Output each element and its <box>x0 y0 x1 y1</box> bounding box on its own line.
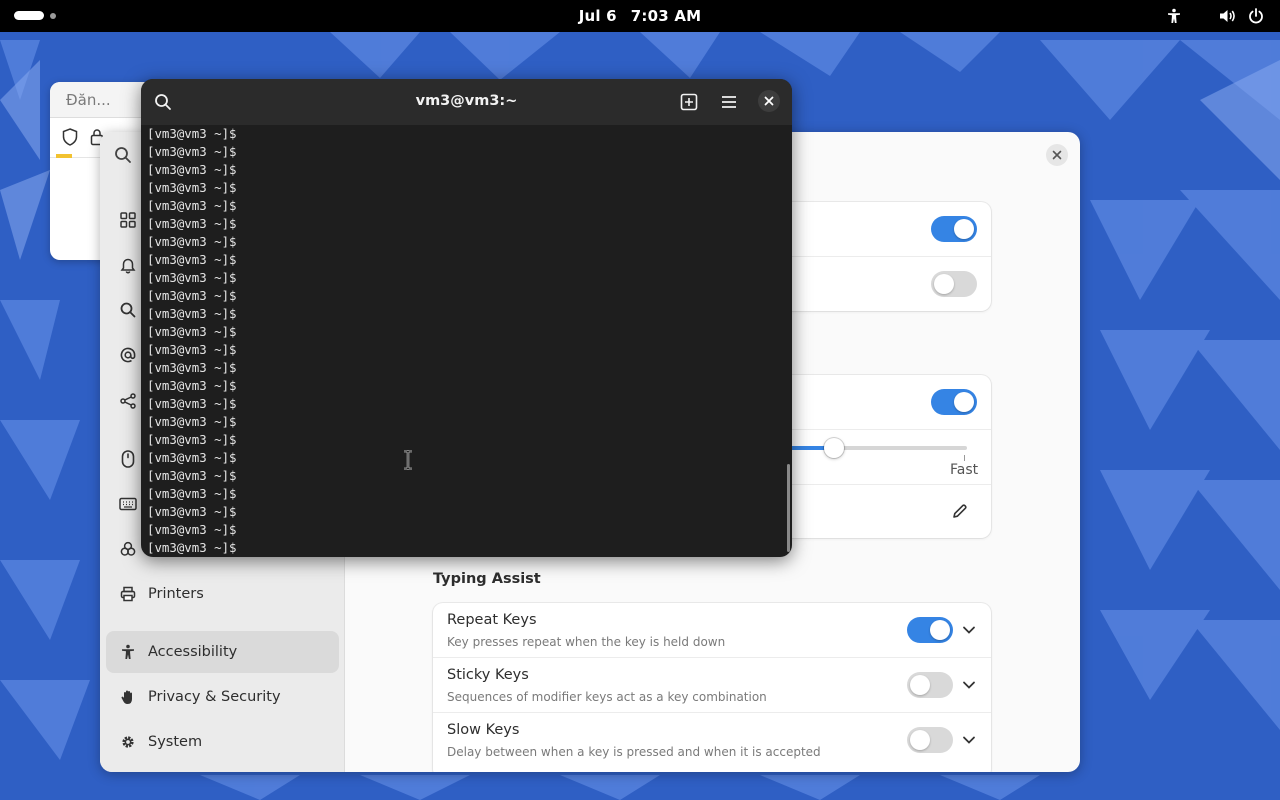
volume-icon[interactable] <box>1218 6 1238 26</box>
top-switch-1[interactable] <box>931 216 977 242</box>
terminal-prompt-line: [vm3@vm3 ~]$ <box>147 360 237 375</box>
hamburger-menu-icon <box>722 96 736 108</box>
typing-assist-card: Repeat Keys Key presses repeat when the … <box>433 603 991 772</box>
sticky-keys-title: Sticky Keys <box>447 667 529 683</box>
terminal-prompt-line: [vm3@vm3 ~]$ <box>147 504 237 519</box>
slow-keys-subtitle: Delay between when a key is pressed and … <box>447 745 821 759</box>
terminal-output[interactable]: [vm3@vm3 ~]$ [vm3@vm3 ~]$ [vm3@vm3 ~]$ [vm3… <box>147 125 777 557</box>
sidebar-item-accessibility[interactable]: Accessibility <box>106 631 339 673</box>
typing-assist-heading: Typing Assist <box>433 571 541 587</box>
slider-fast-label: Fast <box>950 462 979 478</box>
bell-icon[interactable] <box>118 256 138 276</box>
shield-icon[interactable] <box>62 128 78 150</box>
accessibility-menu-icon[interactable] <box>1164 6 1184 26</box>
top-switch-2[interactable] <box>931 271 977 297</box>
search-icon <box>155 94 171 110</box>
terminal-prompt-line: [vm3@vm3 ~]$ <box>147 540 237 555</box>
mouse-icon[interactable] <box>118 449 138 469</box>
clock-date[interactable]: Jul 6 <box>579 7 617 25</box>
sidebar-item-label: Privacy & Security <box>148 689 281 705</box>
new-tab-button[interactable] <box>677 90 701 114</box>
terminal-close-button[interactable] <box>758 90 780 112</box>
terminal-prompt-line: [vm3@vm3 ~]$ <box>147 180 237 195</box>
workspace-indicator <box>50 12 56 19</box>
terminal-scrollbar[interactable] <box>787 464 790 552</box>
apps-grid-icon[interactable] <box>118 210 138 230</box>
terminal-prompt-line: [vm3@vm3 ~]$ <box>147 450 237 465</box>
sharing-icon[interactable] <box>118 391 138 411</box>
terminal-prompt-line: [vm3@vm3 ~]$ <box>147 396 237 411</box>
search-icon[interactable] <box>114 146 132 164</box>
slider-tick <box>964 455 965 461</box>
terminal-prompt-line: [vm3@vm3 ~]$ <box>147 306 237 321</box>
sidebar-item-system[interactable]: System <box>106 721 339 763</box>
terminal-prompt-line: [vm3@vm3 ~]$ <box>147 162 237 177</box>
page-highlight <box>56 154 72 158</box>
sticky-keys-switch[interactable] <box>907 672 953 698</box>
edit-pencil-icon[interactable] <box>952 503 968 523</box>
terminal-prompt-line: [vm3@vm3 ~]$ <box>147 126 237 141</box>
workspace-indicator-active <box>14 11 44 20</box>
terminal-prompt-line: [vm3@vm3 ~]$ <box>147 414 237 429</box>
terminal-prompt-line: [vm3@vm3 ~]$ <box>147 324 237 339</box>
sidebar-item-privacy-security[interactable]: Privacy & Security <box>106 676 339 718</box>
repeat-keys-title: Repeat Keys <box>447 612 537 628</box>
color-icon[interactable] <box>118 539 138 559</box>
terminal-prompt-line: [vm3@vm3 ~]$ <box>147 432 237 447</box>
slow-keys-switch[interactable] <box>907 727 953 753</box>
speed-slider-knob[interactable] <box>824 438 844 458</box>
new-tab-icon <box>680 93 698 111</box>
close-icon <box>764 96 774 106</box>
terminal-prompt-line: [vm3@vm3 ~]$ <box>147 468 237 483</box>
terminal-prompt-line: [vm3@vm3 ~]$ <box>147 486 237 501</box>
sidebar-item-label: Accessibility <box>148 644 238 660</box>
printer-icon <box>120 586 136 602</box>
terminal-prompt-line: [vm3@vm3 ~]$ <box>147 198 237 213</box>
terminal-prompt-line: [vm3@vm3 ~]$ <box>147 522 237 537</box>
power-icon[interactable] <box>1246 6 1266 26</box>
sidebar-item-printers[interactable]: Printers <box>106 573 339 615</box>
chevron-down-icon[interactable] <box>961 622 977 638</box>
activities-button[interactable] <box>14 11 56 20</box>
terminal-prompt-line: [vm3@vm3 ~]$ <box>147 270 237 285</box>
chevron-down-icon[interactable] <box>961 677 977 693</box>
clock-time[interactable]: 7:03 AM <box>631 7 701 25</box>
accessibility-icon <box>120 644 136 660</box>
online-accounts-icon[interactable] <box>118 345 138 365</box>
terminal-prompt-line: [vm3@vm3 ~]$ <box>147 378 237 393</box>
terminal-window[interactable]: vm3@vm3:~ [vm3@vm3 ~]$ [vm3@vm3 ~]$ [vm3@v… <box>141 79 792 557</box>
row-separator <box>433 712 991 713</box>
terminal-prompt-line: [vm3@vm3 ~]$ <box>147 234 237 249</box>
chevron-down-icon[interactable] <box>961 732 977 748</box>
terminal-search-button[interactable] <box>151 90 175 114</box>
sidebar-item-label: System <box>148 734 203 750</box>
terminal-prompt-line: [vm3@vm3 ~]$ <box>147 288 237 303</box>
terminal-prompt-line: [vm3@vm3 ~]$ <box>147 216 237 231</box>
hand-icon <box>120 689 136 705</box>
top-bar: Jul 6 7:03 AM <box>0 0 1280 32</box>
row-separator <box>433 657 991 658</box>
sticky-keys-subtitle: Sequences of modifier keys act as a key … <box>447 690 767 704</box>
terminal-prompt-line: [vm3@vm3 ~]$ <box>147 252 237 267</box>
search-settings-icon[interactable] <box>118 300 138 320</box>
terminal-prompt-line: [vm3@vm3 ~]$ <box>147 342 237 357</box>
slow-keys-title: Slow Keys <box>447 722 520 738</box>
sidebar-item-label: Printers <box>148 586 204 602</box>
repeat-keys-subtitle: Key presses repeat when the key is held … <box>447 635 726 649</box>
terminal-prompt-line: [vm3@vm3 ~]$ <box>147 144 237 159</box>
keyboard-icon[interactable] <box>118 494 138 514</box>
system-gear-icon <box>120 734 136 750</box>
system-tray <box>1164 6 1266 26</box>
browser-tab-title: Đăn... <box>66 90 111 109</box>
text-cursor-icon <box>404 450 412 470</box>
keyboard-switch[interactable] <box>931 389 977 415</box>
terminal-menu-button[interactable] <box>717 90 741 114</box>
clock: Jul 6 7:03 AM <box>0 0 1280 32</box>
repeat-keys-switch[interactable] <box>907 617 953 643</box>
